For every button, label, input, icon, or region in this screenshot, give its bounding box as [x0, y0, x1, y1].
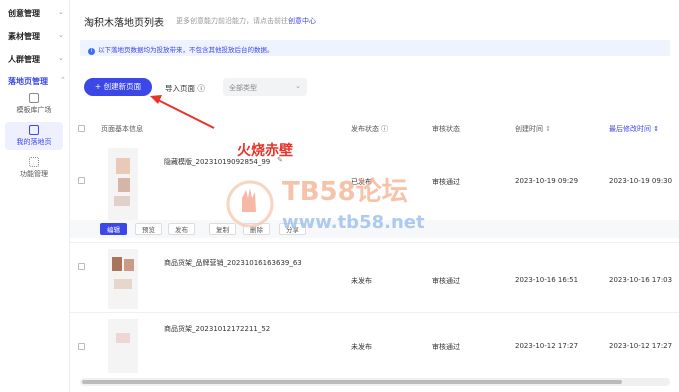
- audit-status: 审核通过: [432, 343, 460, 351]
- sidebar-group-label: 创意管理: [8, 9, 40, 18]
- sidebar-item-function[interactable]: 功能管理: [5, 157, 63, 179]
- page-thumbnail: [108, 319, 138, 373]
- scrollbar-thumb[interactable]: [82, 380, 622, 384]
- sidebar-item-label: 功能管理: [20, 170, 48, 178]
- preview-button[interactable]: 预览: [135, 223, 162, 235]
- chevron-down-icon: ⌄: [58, 54, 64, 62]
- created-time: 2023-10-16 16:51: [515, 276, 579, 284]
- type-select-value: 全部类型: [229, 84, 257, 92]
- modified-time: 2023-10-19 09:30: [609, 177, 673, 185]
- page-subtitle: 更多创意能力前沿能力，请点击前往创意中心: [176, 16, 316, 26]
- page-thumbnail: [108, 148, 138, 220]
- col-header-publish: 发布状态 ⓘ: [351, 125, 389, 133]
- sidebar-group-landing[interactable]: 落地页管理 ⌃: [8, 76, 66, 87]
- grid-icon: [29, 157, 39, 167]
- sidebar: 创意管理 ⌄ 素材管理 ⌄ 人群管理 ⌄ 落地页管理 ⌃ 模板库广场 我的落地页 功能管…: [0, 0, 70, 392]
- page-title: 淘积木落地页列表: [84, 18, 164, 29]
- template-icon: [29, 93, 39, 103]
- col-header-modified-label: 最后修改时间: [609, 125, 651, 133]
- sort-icon: ⇕: [545, 125, 552, 133]
- info-icon: i: [88, 48, 95, 55]
- watermark-logo: TB58论坛 www.tb58.net: [226, 177, 425, 233]
- sidebar-item-label: 模板库广场: [16, 106, 52, 114]
- col-header-created[interactable]: 创建时间 ⇕: [515, 124, 551, 134]
- col-header-created-label: 创建时间: [515, 125, 543, 133]
- sidebar-group-audience[interactable]: 人群管理 ⌄: [8, 54, 64, 65]
- row-checkbox[interactable]: [78, 177, 85, 184]
- sidebar-group-label: 落地页管理: [8, 77, 48, 86]
- sidebar-group-label: 人群管理: [8, 55, 40, 64]
- sidebar-group-label: 素材管理: [8, 32, 40, 41]
- watermark-site: TB58论坛: [282, 177, 408, 207]
- notice-text: 以下落地页数据均为投放带来，不包含其他投放后台的数据。: [98, 46, 274, 54]
- sidebar-item-template-square[interactable]: 模板库广场: [5, 93, 63, 115]
- hand-icon: [242, 188, 256, 212]
- sidebar-group-material[interactable]: 素材管理 ⌄: [8, 31, 64, 42]
- edit-button[interactable]: 编辑: [100, 223, 127, 235]
- publish-button[interactable]: 发布: [168, 223, 195, 235]
- import-page-button[interactable]: 导入页面 ⓘ: [165, 83, 205, 94]
- created-time: 2023-10-12 17:27: [515, 342, 579, 350]
- create-page-button[interactable]: + 创建新页面: [84, 78, 152, 96]
- row-checkbox[interactable]: [78, 343, 85, 350]
- sidebar-group-creative[interactable]: 创意管理 ⌄: [8, 8, 64, 19]
- watermark-title: 火烧赤壁: [237, 143, 293, 159]
- sidebar-item-my-landing[interactable]: 我的落地页: [5, 122, 63, 150]
- row-checkbox[interactable]: [78, 263, 85, 270]
- info-notice: i 以下落地页数据均为投放带来，不包含其他投放后台的数据。: [80, 40, 670, 56]
- subtitle-text: 更多创意能力前沿能力，请点击前往: [176, 17, 288, 25]
- sidebar-item-label: 我的落地页: [16, 138, 52, 146]
- table-row: 商品货架_20231012172211_52 未发布 审核通过 2023-10-…: [70, 312, 679, 376]
- type-select[interactable]: 全部类型 ⌄: [223, 78, 307, 96]
- page-thumbnail: [108, 249, 138, 309]
- page-icon: [29, 125, 39, 135]
- select-all-checkbox[interactable]: [78, 125, 85, 132]
- chevron-down-icon: ⌄: [58, 8, 64, 16]
- table-row: 商品货架_品牌营销_20231016163639_63 未发布 审核通过 202…: [70, 242, 679, 312]
- col-header-audit: 审核状态: [432, 125, 460, 133]
- page-name[interactable]: 商品货架_品牌营销_20231016163639_63: [164, 258, 302, 268]
- publish-status: 未发布: [351, 343, 372, 351]
- chevron-down-icon: ⌄: [58, 31, 64, 39]
- horizontal-scrollbar[interactable]: [80, 378, 670, 386]
- page-name[interactable]: 商品货架_20231012172211_52: [164, 324, 270, 334]
- creative-center-link[interactable]: 创意中心: [288, 17, 316, 25]
- chevron-down-icon: ⌄: [295, 82, 301, 90]
- col-header-name: 页面基本信息: [101, 125, 143, 133]
- table-header: 页面基本信息 发布状态 ⓘ 审核状态 创建时间 ⇕ 最后修改时间 ⇕: [70, 118, 679, 140]
- publish-status: 未发布: [351, 277, 372, 285]
- col-header-modified[interactable]: 最后修改时间 ⇕: [609, 124, 659, 134]
- modified-time: 2023-10-12 17:27: [609, 342, 673, 350]
- chevron-up-icon: ⌃: [60, 76, 66, 84]
- modified-time: 2023-10-16 17:03: [609, 276, 673, 284]
- created-time: 2023-10-19 09:29: [515, 177, 579, 185]
- watermark-url: www.tb58.net: [282, 212, 425, 233]
- audit-status: 审核通过: [432, 277, 460, 285]
- sort-icon: ⇕: [653, 125, 660, 133]
